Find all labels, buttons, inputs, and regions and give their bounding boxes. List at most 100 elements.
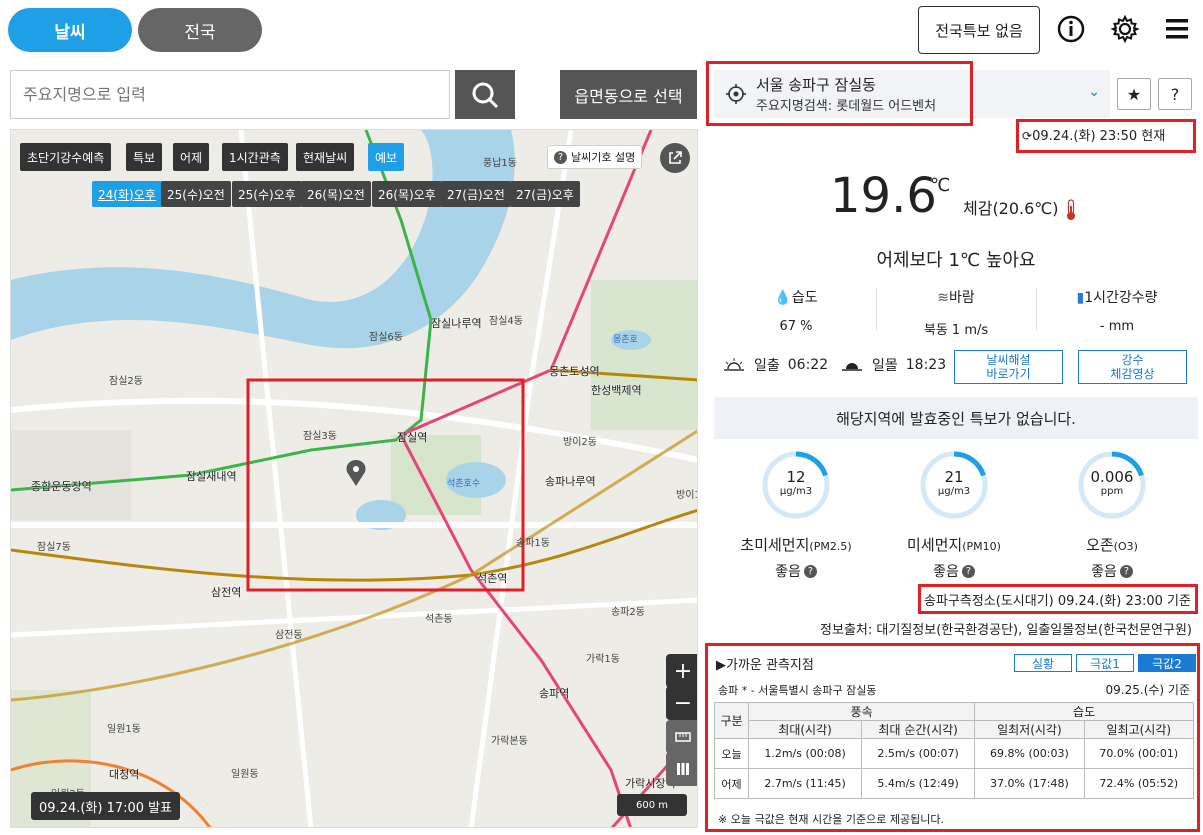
observation-table: 구분 풍속 습도 최대(시각) 최대 순간(시각) 일최저(시각) 일최고(시각… — [714, 702, 1195, 799]
layer-forecast[interactable]: 예보 — [368, 143, 405, 171]
map-station-label: 송파나루역 — [545, 475, 596, 488]
pm25-card: 12 μg/m3 초미세먼지(PM2.5) 좋음? — [726, 450, 866, 581]
ruler-icon[interactable] — [666, 720, 697, 754]
gear-icon[interactable] — [1108, 12, 1142, 46]
legend-label: 날씨기호 설명 — [571, 151, 636, 164]
time-option[interactable]: 26(목)오후 — [372, 181, 442, 207]
map-area-label: 잠실2동 — [109, 376, 143, 387]
obs-tab-current[interactable]: 실황 — [1014, 654, 1072, 672]
sunrise-info: 일출 06:22 — [722, 355, 828, 375]
observation-location: 송파 * - 서울특별시 송파구 잠실동 — [718, 684, 877, 697]
observation-title: ▶가까운 관측지점 — [716, 658, 814, 673]
map-station-label: 잠실나루역 — [431, 317, 482, 330]
sunrise-icon — [724, 358, 744, 371]
map-area-label: 방이2동 — [563, 437, 597, 448]
map-area-label: 석촌동 — [425, 614, 453, 625]
location-name: 서울 송파구 잠실동 — [756, 76, 876, 94]
map-area-label: 송파1동 — [516, 538, 550, 549]
region-select-button[interactable]: 읍면동으로 선택 — [560, 70, 697, 119]
feels-like-temperature: 체감(20.6℃) — [963, 195, 1078, 222]
layer-current-weather[interactable]: 현재날씨 — [296, 143, 355, 171]
map-area-label: 송파2동 — [611, 607, 645, 618]
zoom-out-button[interactable]: − — [666, 686, 697, 720]
question-icon[interactable]: ? — [961, 564, 975, 578]
time-option[interactable]: 27(금)오전 — [441, 181, 511, 207]
table-row: 어제 2.7m/s (11:45) 5.4m/s (12:49) 37.0% (… — [714, 768, 1195, 799]
map-station-label: 종합운동장역 — [31, 480, 92, 493]
nationwide-alert-button[interactable]: 전국특보 없음 — [918, 6, 1040, 54]
question-icon: ? — [554, 150, 567, 164]
map-station-label: 잠실새내역 — [186, 470, 237, 483]
ozone-card: 0.006 ppm 오존(O3) 좋음? — [1042, 450, 1182, 581]
temperature-unit: ℃ — [930, 175, 951, 196]
rain-stat: ▮1시간강수량 - mm — [1076, 290, 1158, 334]
refresh-icon[interactable]: ⟳ — [1022, 129, 1032, 143]
locate-icon[interactable] — [726, 84, 746, 104]
map-area-label: 삼전동 — [275, 630, 303, 641]
current-temperature: 19.6 — [830, 168, 937, 224]
wind-stat: ≋바람 북동 1 m/s — [923, 290, 989, 338]
search-icon — [472, 82, 499, 108]
weather-commentary-button[interactable]: 날씨해설 바로가기 — [954, 350, 1063, 384]
map-place-label: 석촌호수 — [447, 479, 481, 489]
help-button[interactable]: ? — [1158, 78, 1192, 110]
tab-weather[interactable]: 날씨 — [8, 8, 132, 52]
map-area-label: 일원동 — [231, 769, 259, 780]
zoom-in-button[interactable]: + — [666, 654, 697, 688]
compare-yesterday: 어제보다 1℃ 높아요 — [876, 250, 1036, 271]
layer-yesterday[interactable]: 어제 — [173, 143, 210, 171]
layer-ultra-short-forecast[interactable]: 초단기강수예측 — [20, 143, 112, 171]
wind-icon: ≋ — [937, 290, 949, 306]
sunset-icon — [842, 363, 862, 371]
map-area-label: 잠실6동 — [369, 332, 403, 343]
question-icon[interactable]: ? — [803, 564, 817, 578]
humidity-stat: 💧습도 67 % — [774, 290, 818, 334]
chevron-down-icon[interactable]: ⌄ — [1088, 84, 1100, 100]
map-station-label: 대청역 — [109, 768, 140, 781]
time-option[interactable]: 26(목)오전 — [301, 181, 371, 207]
map-area-label: 잠실4동 — [489, 316, 523, 327]
pm10-card: 21 μg/m3 미세먼지(PM10) 좋음? — [884, 450, 1024, 581]
air-station-time: 송파구측정소(도시대기) 09.24.(화) 23:00 기준 — [924, 594, 1191, 609]
weather-map[interactable]: 잠실역 잠실나루역 잠실새내역 종합운동장역 석촌역 몽촌토성역 송파나루역 송… — [10, 129, 698, 828]
search-input[interactable] — [10, 70, 450, 119]
info-icon[interactable] — [1054, 12, 1088, 46]
air-ring: 0.006 ppm — [1077, 450, 1147, 520]
layer-hourly-observation[interactable]: 1시간관측 — [222, 143, 288, 171]
map-station-label: 석촌역 — [477, 572, 508, 585]
table-row: 오늘 1.2m/s (00:08) 2.5m/s (00:07) 69.8% (… — [714, 738, 1195, 769]
time-option[interactable]: 25(수)오후 — [232, 181, 302, 207]
time-option[interactable]: 24(화)오후 — [92, 181, 162, 207]
droplet-icon: 💧 — [774, 290, 792, 306]
map-area-label: 잠실7동 — [37, 542, 71, 553]
map-station-label: 송파역 — [539, 687, 570, 700]
tab-nation[interactable]: 전국 — [138, 8, 262, 52]
obs-tab-extreme2[interactable]: 극값2 — [1138, 654, 1196, 672]
current-time: ⟳09.24.(화) 23:50 현재 — [1022, 129, 1166, 144]
observation-note: ※ 오늘 극값은 현재 시간을 기준으로 제공됩니다. — [718, 813, 944, 826]
air-ring: 12 μg/m3 — [761, 450, 831, 520]
map-station-label: 잠실역 — [397, 431, 428, 444]
no-warning-banner: 해당지역에 발효중인 특보가 없습니다. — [714, 397, 1198, 439]
layer-warning[interactable]: 특보 — [126, 143, 163, 171]
question-icon[interactable]: ? — [1119, 564, 1133, 578]
map-type-icon[interactable] — [666, 752, 697, 786]
search-button[interactable] — [455, 70, 515, 119]
favorite-star-icon[interactable]: ★ — [1117, 78, 1151, 110]
forecast-publish-time: 09.24.(화) 17:00 발표 — [31, 792, 181, 820]
rain-feel-video-button[interactable]: 강수 체감영상 — [1078, 350, 1187, 384]
weather-symbol-legend-button[interactable]: ? 날씨기호 설명 — [547, 145, 643, 169]
map-area-label: 일원1동 — [107, 724, 141, 735]
map-station-label: 한성백제역 — [591, 384, 642, 397]
sunset-info: 일몰 18:23 — [840, 355, 946, 375]
location-selector[interactable]: 서울 송파구 잠실동 주요지명검색: 롯데월드 어드벤처 ⌄ — [714, 70, 1110, 118]
time-option[interactable]: 27(금)오후 — [510, 181, 580, 207]
nearby-observation-panel: ▶가까운 관측지점 실황 극값1 극값2 송파 * - 서울특별시 송파구 잠실… — [712, 648, 1198, 830]
menu-icon[interactable] — [1160, 12, 1194, 46]
time-option[interactable]: 25(수)오전 — [161, 181, 231, 207]
external-link-icon[interactable] — [660, 143, 690, 173]
air-ring: 21 μg/m3 — [919, 450, 989, 520]
map-area-label: 풍납1동 — [483, 158, 517, 169]
obs-tab-extreme1[interactable]: 극값1 — [1076, 654, 1134, 672]
map-area-label: 방이1동 — [676, 490, 697, 501]
